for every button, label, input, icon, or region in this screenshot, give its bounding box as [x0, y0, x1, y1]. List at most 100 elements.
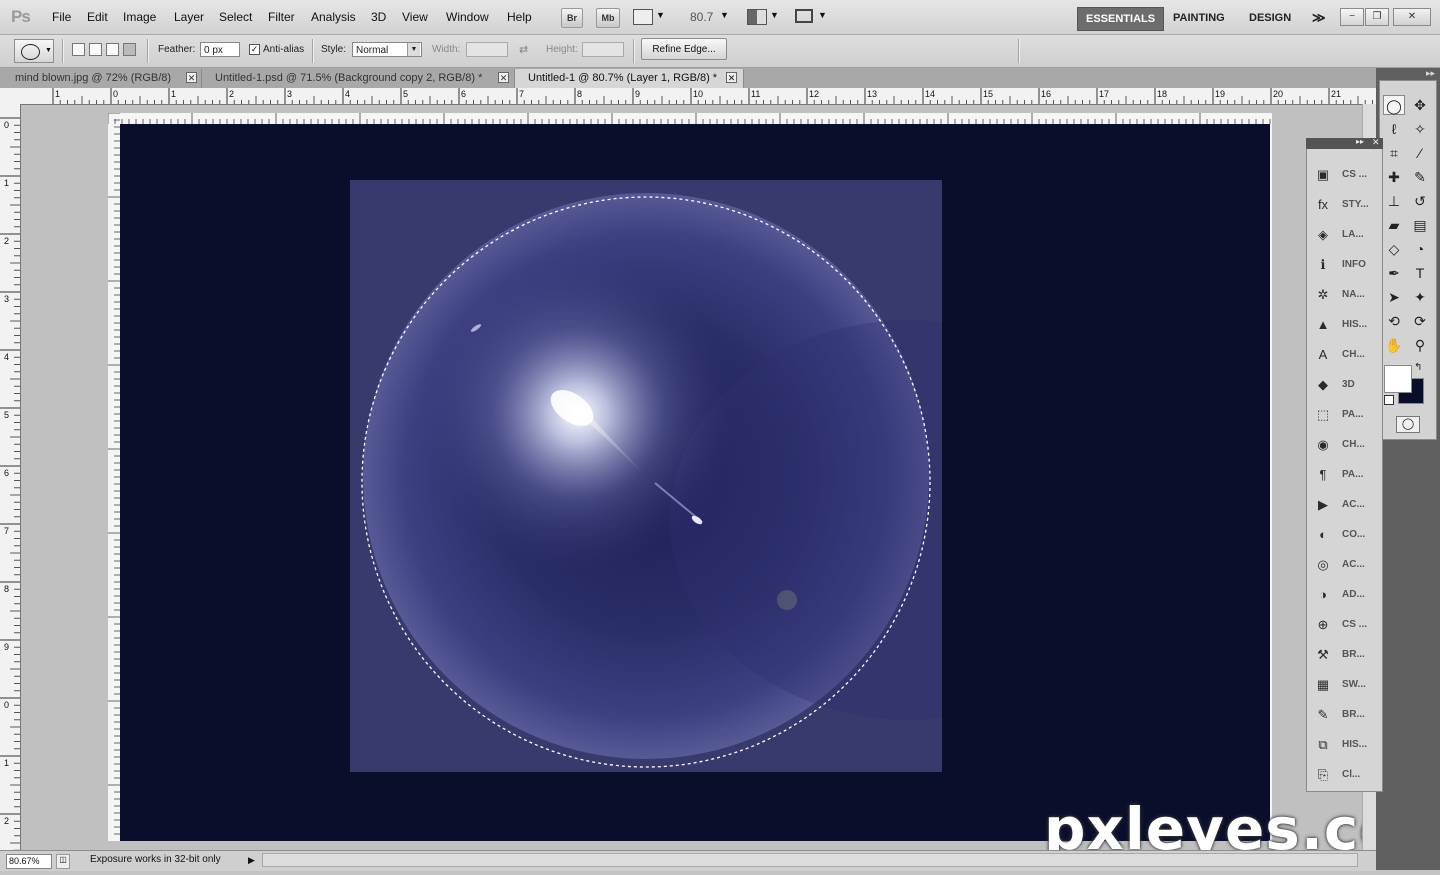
bridge-button[interactable]: Br	[561, 8, 583, 28]
close-icon[interactable]: ✕	[726, 72, 737, 83]
move-tool-icon[interactable]: ✥	[1409, 95, 1431, 115]
arrange-documents-icon[interactable]	[747, 9, 767, 25]
type-icon[interactable]: T	[1409, 263, 1431, 283]
crop-icon[interactable]: ⌗	[1383, 143, 1405, 163]
eraser-icon[interactable]: ▰	[1383, 215, 1405, 235]
antialias-checkbox[interactable]: ✓	[249, 44, 260, 55]
gradient-icon[interactable]: ▤	[1409, 215, 1431, 235]
style-select[interactable]: Normal ▼	[352, 42, 422, 57]
minimize-button[interactable]: −	[1340, 8, 1364, 26]
tab-untitled-layer1[interactable]: Untitled-1 @ 80.7% (Layer 1, RGB/8) * ✕	[515, 69, 744, 88]
swap-dimensions-icon[interactable]: ⇄	[519, 43, 528, 56]
3d-orbit-icon[interactable]: ⟳	[1409, 311, 1431, 331]
default-colors-icon[interactable]	[1384, 395, 1394, 405]
panel-button[interactable]: ▶ AC...	[1307, 490, 1382, 520]
swap-colors-icon[interactable]: ↰	[1414, 362, 1422, 373]
horizontal-scrollbar[interactable]	[262, 853, 1358, 867]
mini-bridge-button[interactable]: Mb	[596, 8, 620, 28]
tab-untitled-psd[interactable]: Untitled-1.psd @ 71.5% (Background copy …	[202, 69, 515, 88]
screen-mode-dropdown-icon[interactable]: ▼	[818, 10, 827, 20]
panel-button[interactable]: ⬚ PA...	[1307, 400, 1382, 430]
subtract-from-selection-button[interactable]	[106, 43, 119, 56]
menu-edit[interactable]: Edit	[87, 10, 108, 24]
panel-button[interactable]: ⎘ Cl...	[1307, 760, 1382, 790]
workspace-design[interactable]: DESIGN	[1241, 7, 1299, 29]
hand-icon[interactable]: ✋	[1383, 335, 1405, 355]
panel-button[interactable]: ⧉ HIS...	[1307, 730, 1382, 760]
expand-panels-icon[interactable]: ▸▸	[1356, 137, 1364, 146]
quick-mask-icon[interactable]: ◯	[1396, 416, 1420, 433]
panel-button[interactable]: ◑ AD...	[1307, 580, 1382, 610]
tool-preset-picker[interactable]: ▼	[14, 39, 54, 63]
screen-mode-icon[interactable]	[795, 9, 813, 23]
3d-rotate-icon[interactable]: ⟲	[1383, 311, 1405, 331]
panel-button[interactable]: ▦ SW...	[1307, 670, 1382, 700]
zoom-icon[interactable]: ⚲	[1409, 335, 1431, 355]
workspace-essentials[interactable]: ESSENTIALS	[1077, 7, 1165, 31]
panel-button[interactable]: ▲ HIS...	[1307, 310, 1382, 340]
tab-mind-blown[interactable]: mind blown.jpg @ 72% (RGB/8) ✕	[2, 69, 202, 88]
close-icon[interactable]: ✕	[498, 72, 509, 83]
menu-select[interactable]: Select	[219, 10, 252, 24]
panel-button[interactable]: ℹ INFO	[1307, 250, 1382, 280]
lasso-icon[interactable]: ℓ	[1383, 119, 1405, 139]
panel-button[interactable]: ¶ PA...	[1307, 460, 1382, 490]
foreground-color-swatch[interactable]	[1384, 365, 1412, 393]
width-input[interactable]	[466, 42, 508, 57]
panel-button[interactable]: A CH...	[1307, 340, 1382, 370]
zoom-level[interactable]: 80.7	[690, 10, 713, 24]
panel-button[interactable]: ✲ NA...	[1307, 280, 1382, 310]
height-input[interactable]	[582, 42, 624, 57]
workspace-more-icon[interactable]: ≫	[1304, 7, 1334, 29]
dodge-icon[interactable]: ◔	[1409, 239, 1431, 259]
menu-3d[interactable]: 3D	[371, 10, 386, 24]
feather-input[interactable]: 0 px	[200, 42, 240, 57]
zoom-dropdown-icon[interactable]: ▼	[720, 10, 729, 20]
panel-button[interactable]: fx STY...	[1307, 190, 1382, 220]
history-brush-icon[interactable]: ↺	[1409, 191, 1431, 211]
path-selection-icon[interactable]: ➤	[1383, 287, 1405, 307]
collapse-dock-icon[interactable]: ▸▸	[1426, 68, 1435, 79]
status-menu-arrow-icon[interactable]: ▶	[248, 855, 255, 866]
intersect-selection-button[interactable]	[123, 43, 136, 56]
menu-image[interactable]: Image	[123, 10, 156, 24]
panel-button[interactable]: ⊕ CS ...	[1307, 610, 1382, 640]
brush-icon[interactable]: ✎	[1409, 167, 1431, 187]
panel-button[interactable]: ◆ 3D	[1307, 370, 1382, 400]
clone-stamp-icon[interactable]: ⊥	[1383, 191, 1405, 211]
panel-button[interactable]: ⚒ BR...	[1307, 640, 1382, 670]
restore-button[interactable]: ❐	[1365, 8, 1389, 26]
panel-button[interactable]: ◎ AC...	[1307, 550, 1382, 580]
pen-icon[interactable]: ✒	[1383, 263, 1405, 283]
new-selection-button[interactable]	[72, 43, 85, 56]
panel-button[interactable]: ▣ CS ...	[1307, 160, 1382, 190]
menu-filter[interactable]: Filter	[268, 10, 295, 24]
panel-button[interactable]: ◉ CH...	[1307, 430, 1382, 460]
close-icon[interactable]: ✕	[186, 72, 197, 83]
healing-brush-icon[interactable]: ✚	[1383, 167, 1405, 187]
status-zoom-field[interactable]: 80.67%	[6, 854, 52, 869]
workspace-painting[interactable]: PAINTING	[1165, 7, 1233, 29]
custom-shape-icon[interactable]: ✦	[1409, 287, 1431, 307]
close-window-button[interactable]: ✕	[1393, 8, 1431, 26]
menu-window[interactable]: Window	[446, 10, 489, 24]
eyedropper-icon[interactable]: ⁄	[1409, 143, 1431, 163]
menu-view[interactable]: View	[402, 10, 428, 24]
panel-button[interactable]: ✎ BR...	[1307, 700, 1382, 730]
arrange-dropdown-icon[interactable]: ▼	[770, 10, 779, 20]
panel-button[interactable]: ◈ LA...	[1307, 220, 1382, 250]
elliptical-marquee-icon[interactable]: ◯	[1383, 95, 1405, 115]
menu-help[interactable]: Help	[507, 10, 532, 24]
menu-layer[interactable]: Layer	[174, 10, 204, 24]
magic-wand-icon[interactable]: ✧	[1409, 119, 1431, 139]
add-to-selection-button[interactable]	[89, 43, 102, 56]
document-info-icon[interactable]: ◫	[56, 854, 70, 869]
refine-edge-button[interactable]: Refine Edge...	[641, 38, 727, 60]
extras-dropdown-icon[interactable]: ▼	[656, 10, 665, 20]
extras-icon[interactable]	[633, 9, 653, 25]
close-icon[interactable]: ✕	[1372, 137, 1380, 148]
menu-analysis[interactable]: Analysis	[311, 10, 356, 24]
panel-button[interactable]: ◐ CO...	[1307, 520, 1382, 550]
blur-icon[interactable]: ◇	[1383, 239, 1405, 259]
menu-file[interactable]: File	[52, 10, 71, 24]
